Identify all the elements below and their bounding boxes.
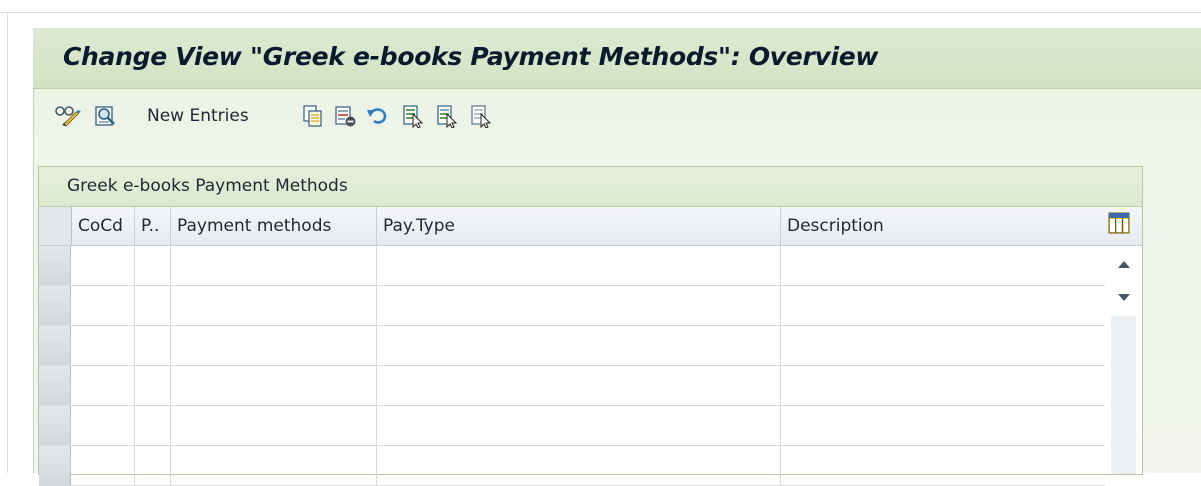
window-left-border [7, 13, 8, 473]
table-row [39, 246, 1105, 286]
cell-pay-type[interactable] [377, 246, 781, 285]
cell-p[interactable] [135, 326, 171, 365]
cell-cocd[interactable] [72, 406, 135, 445]
cell-payment-methods[interactable] [171, 326, 377, 365]
table-body [39, 246, 1105, 486]
cell-description[interactable] [781, 366, 1105, 405]
cell-description[interactable] [781, 326, 1105, 365]
cell-description[interactable] [781, 286, 1105, 325]
title-bar: Change View "Greek e-books Payment Metho… [33, 28, 1201, 89]
row-selector[interactable] [39, 326, 71, 365]
row-selector[interactable] [39, 246, 71, 285]
application-toolbar: New Entries [33, 96, 1133, 140]
scroll-up-button[interactable] [1113, 254, 1135, 272]
triangle-down-icon [1117, 288, 1131, 307]
new-entries-label: New Entries [147, 106, 249, 126]
cell-cocd[interactable] [72, 366, 135, 405]
display-change-icon [53, 104, 83, 128]
table-row [39, 446, 1105, 486]
column-header-cocd[interactable]: CoCd [72, 207, 135, 245]
cell-cocd[interactable] [72, 326, 135, 365]
delete-icon [333, 104, 357, 128]
details-button[interactable] [91, 102, 121, 130]
row-selector[interactable] [39, 406, 71, 445]
row-selector[interactable] [39, 286, 71, 325]
cell-pay-type[interactable] [377, 326, 781, 365]
cell-payment-methods[interactable] [171, 366, 377, 405]
cell-description[interactable] [781, 246, 1105, 285]
window-top-border [0, 12, 1201, 13]
new-entries-button[interactable]: New Entries [147, 102, 285, 130]
table-row [39, 366, 1105, 406]
deselect-all-button[interactable] [467, 102, 495, 130]
cell-cocd[interactable] [72, 446, 135, 485]
cell-p[interactable] [135, 366, 171, 405]
triangle-up-icon [1117, 254, 1131, 273]
cell-payment-methods[interactable] [171, 246, 377, 285]
column-header-description[interactable]: Description [781, 207, 1105, 245]
select-all-icon [401, 104, 425, 128]
display-change-button[interactable] [51, 102, 85, 130]
column-settings-button[interactable] [1107, 211, 1131, 239]
table-row [39, 326, 1105, 366]
cell-pay-type[interactable] [377, 406, 781, 445]
cell-cocd[interactable] [72, 286, 135, 325]
details-icon [93, 104, 119, 128]
vertical-scrollbar[interactable] [1105, 246, 1142, 474]
copy-as-button[interactable] [299, 102, 327, 130]
cell-p[interactable] [135, 286, 171, 325]
cell-description[interactable] [781, 406, 1105, 445]
undo-change-button[interactable] [363, 102, 391, 130]
select-all-button[interactable] [399, 102, 427, 130]
column-header-payment-methods[interactable]: Payment methods [171, 207, 377, 245]
select-all-rows-button[interactable] [39, 207, 72, 245]
table-row [39, 406, 1105, 446]
deselect-all-icon [469, 104, 493, 128]
table-row [39, 286, 1105, 326]
column-header-pay-type[interactable]: Pay.Type [377, 207, 781, 245]
scroll-down-button[interactable] [1113, 288, 1135, 306]
cell-p[interactable] [135, 446, 171, 485]
column-header-row: CoCd P.. Payment methods Pay.Type Descri… [39, 207, 1142, 246]
undo-change-icon [365, 104, 389, 128]
cell-pay-type[interactable] [377, 446, 781, 485]
cell-p[interactable] [135, 246, 171, 285]
table-settings-icon [1108, 212, 1130, 238]
select-block-button[interactable] [433, 102, 461, 130]
scrollbar-track[interactable] [1111, 316, 1136, 474]
select-block-icon [435, 104, 459, 128]
cell-payment-methods[interactable] [171, 406, 377, 445]
column-header-p[interactable]: P.. [135, 207, 171, 245]
cell-pay-type[interactable] [377, 286, 781, 325]
row-selector[interactable] [39, 366, 71, 405]
copy-as-icon [301, 104, 325, 128]
cell-p[interactable] [135, 406, 171, 445]
table-title-bar: Greek e-books Payment Methods [39, 167, 1142, 207]
payment-methods-table: Greek e-books Payment Methods CoCd P.. P… [38, 166, 1143, 486]
page-title: Change View "Greek e-books Payment Metho… [63, 42, 879, 71]
row-selector[interactable] [39, 446, 71, 485]
cell-cocd[interactable] [72, 246, 135, 285]
cell-description[interactable] [781, 446, 1105, 485]
cell-payment-methods[interactable] [171, 286, 377, 325]
table-title: Greek e-books Payment Methods [67, 176, 348, 196]
cell-pay-type[interactable] [377, 366, 781, 405]
cell-payment-methods[interactable] [171, 446, 377, 485]
delete-button[interactable] [331, 102, 359, 130]
